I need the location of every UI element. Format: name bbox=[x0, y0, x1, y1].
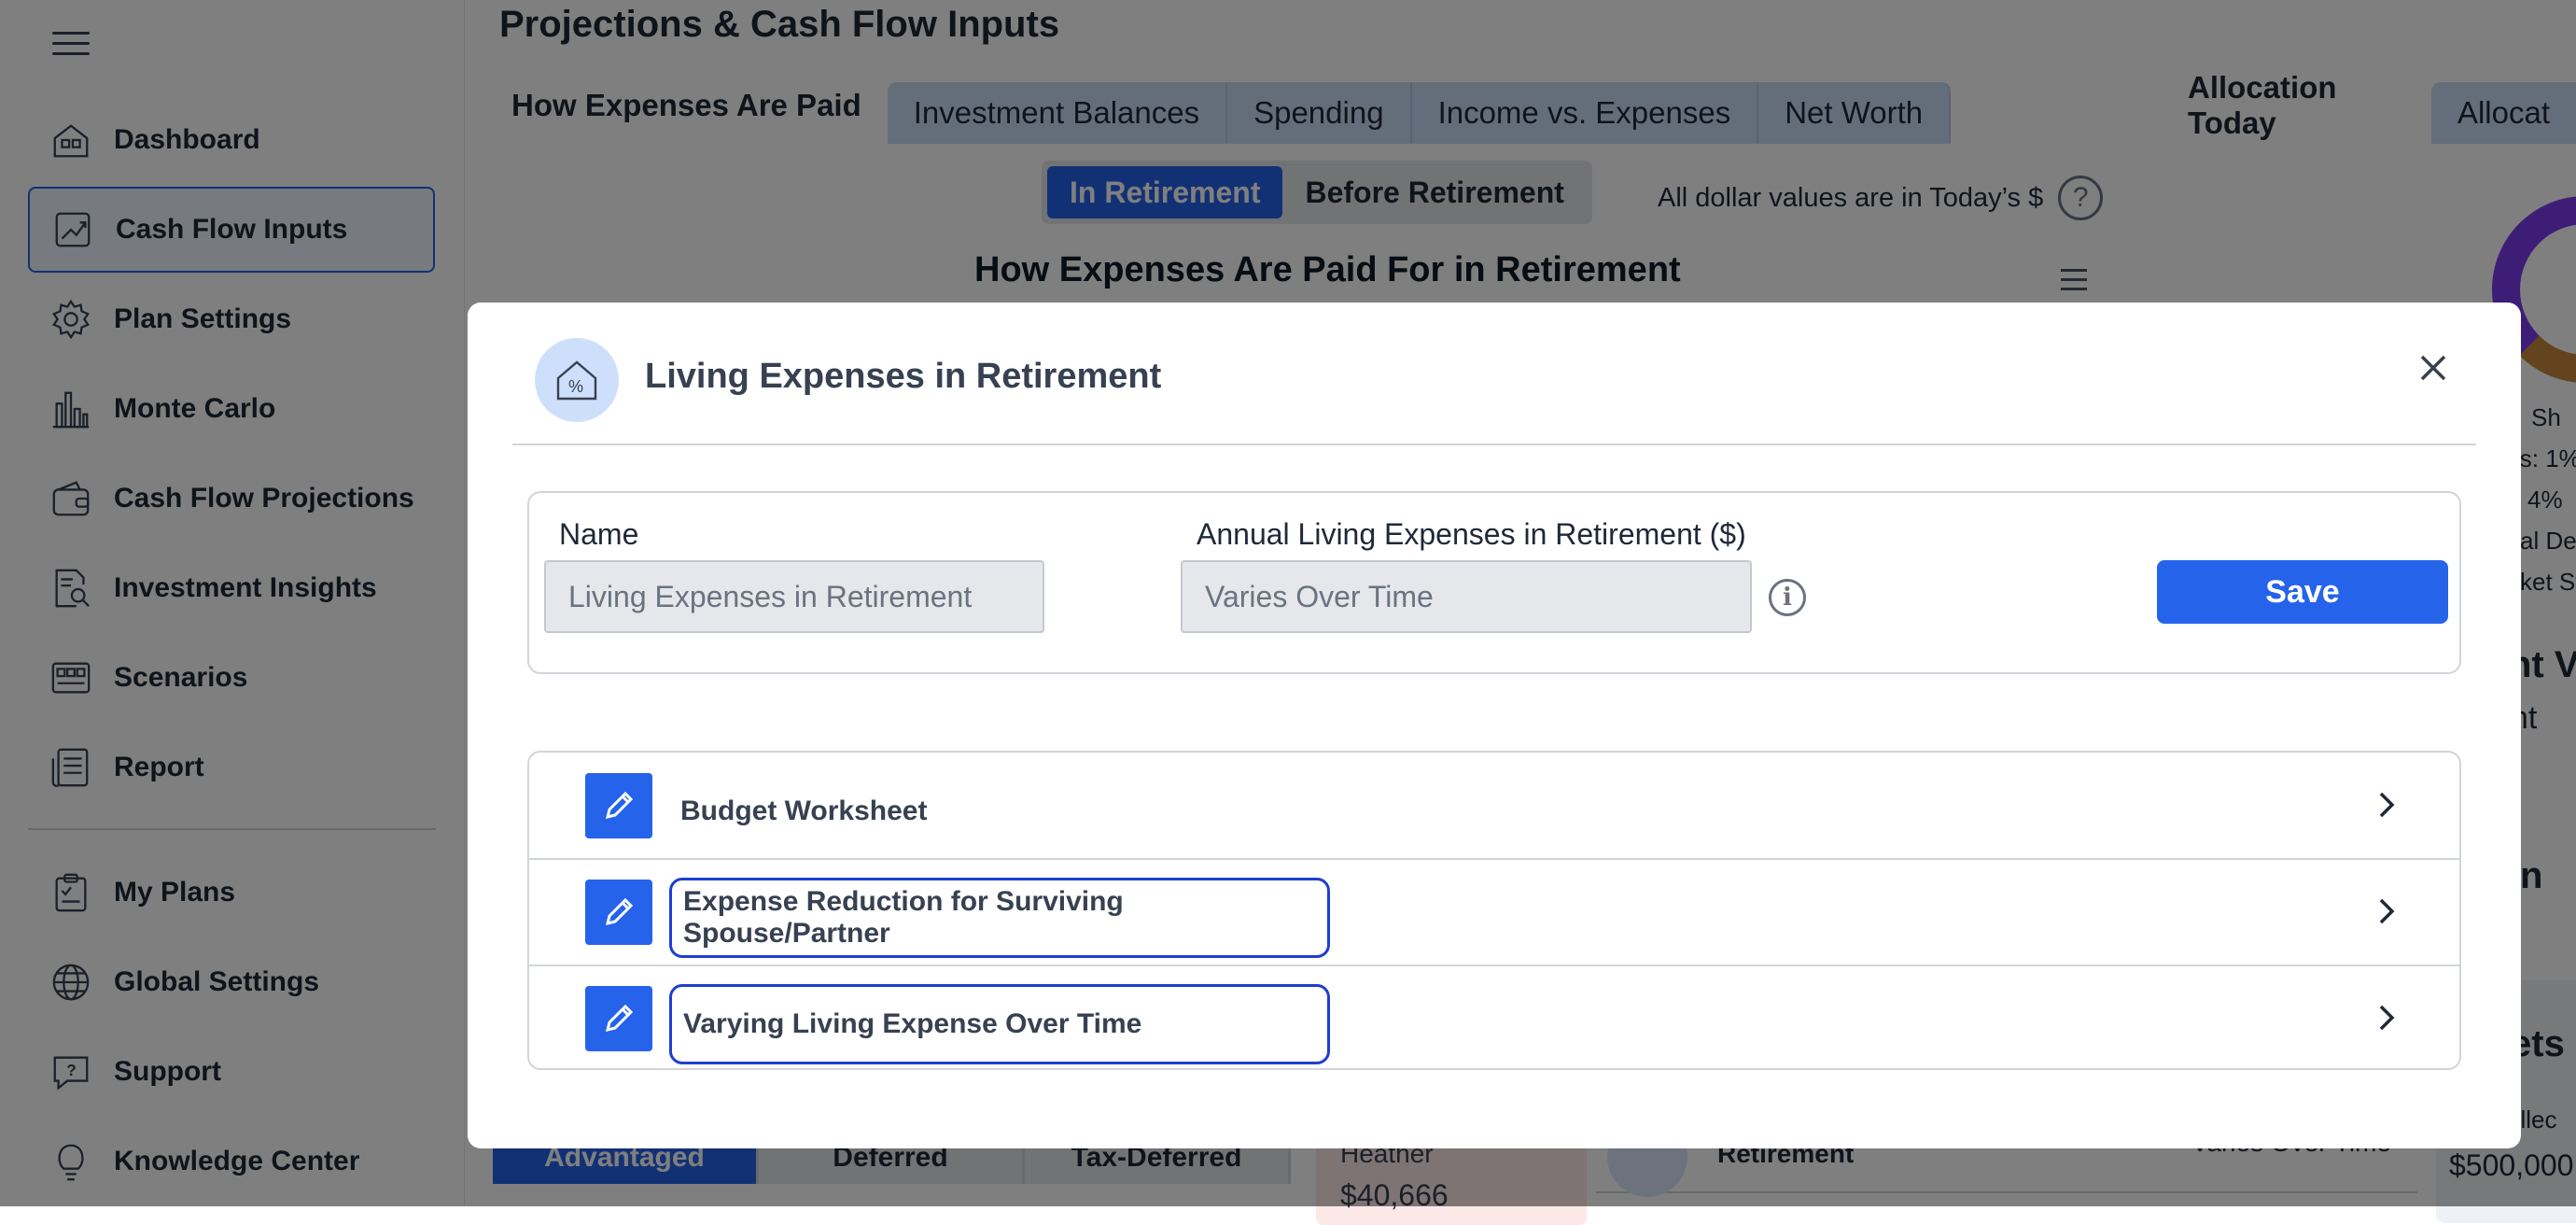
annual-expenses-label: Annual Living Expenses in Retirement ($) bbox=[1197, 517, 1746, 551]
save-button[interactable]: Save bbox=[2157, 560, 2448, 624]
chevron-right-icon[interactable] bbox=[2368, 893, 2405, 930]
list-item-varying-expense[interactable]: Varying Living Expense Over Time bbox=[529, 965, 2459, 1068]
list-item-label[interactable]: Varying Living Expense Over Time bbox=[669, 984, 1330, 1064]
annual-expenses-field[interactable]: Varies Over Time bbox=[1181, 560, 1752, 633]
list-item-budget-worksheet[interactable]: Budget Worksheet bbox=[529, 753, 2459, 860]
expense-form: Name Living Expenses in Retirement Annua… bbox=[527, 491, 2461, 674]
expense-options-list: Budget Worksheet Expense Reduction for S… bbox=[527, 751, 2461, 1070]
list-item-label: Budget Worksheet bbox=[680, 796, 928, 826]
list-item-label[interactable]: Expense Reduction for Surviving Spouse/P… bbox=[669, 878, 1330, 958]
living-expenses-modal: % Living Expenses in Retirement Name Liv… bbox=[468, 303, 2521, 1148]
close-icon[interactable] bbox=[2415, 349, 2452, 387]
info-icon[interactable]: i bbox=[1769, 579, 1806, 616]
name-field[interactable]: Living Expenses in Retirement bbox=[544, 560, 1044, 633]
modal-title: Living Expenses in Retirement bbox=[645, 357, 1162, 396]
svg-text:%: % bbox=[568, 377, 583, 396]
pencil-icon[interactable] bbox=[585, 773, 652, 838]
name-label: Name bbox=[559, 517, 639, 551]
house-percent-icon: % bbox=[535, 338, 619, 422]
modal-divider bbox=[512, 444, 2476, 445]
pencil-icon[interactable] bbox=[585, 880, 652, 945]
pencil-icon[interactable] bbox=[585, 986, 652, 1051]
chevron-right-icon[interactable] bbox=[2368, 786, 2405, 824]
list-item-expense-reduction[interactable]: Expense Reduction for Surviving Spouse/P… bbox=[529, 859, 2459, 966]
chevron-right-icon[interactable] bbox=[2368, 999, 2405, 1036]
